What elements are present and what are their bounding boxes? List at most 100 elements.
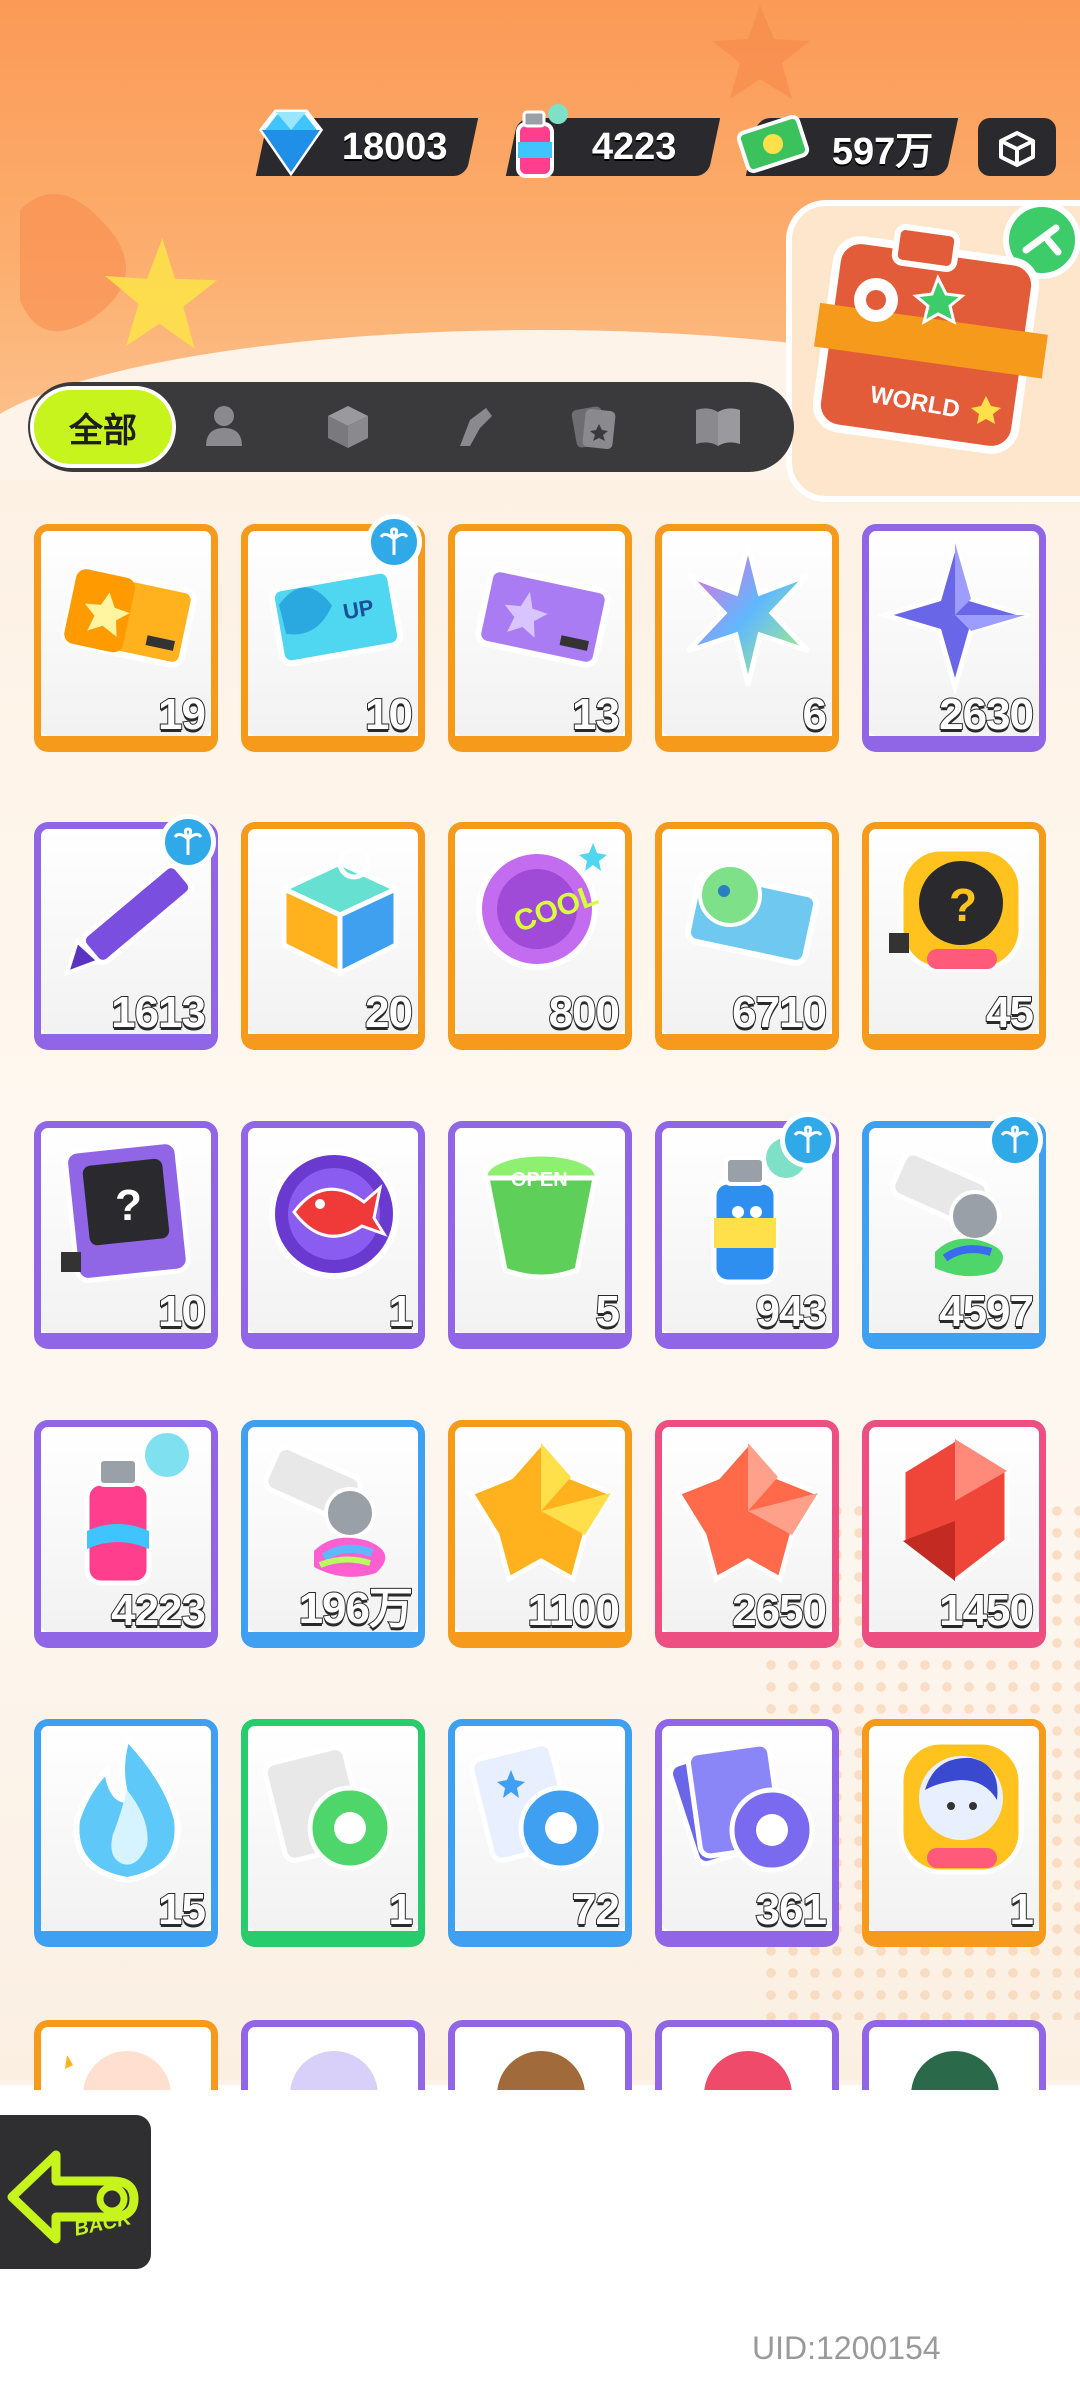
item-quantity: 2650 <box>731 1585 828 1636</box>
season-ticket-icon <box>684 863 820 966</box>
item-preview-icon <box>907 2047 1003 2090</box>
avatar-coin-icon <box>898 1739 1024 1875</box>
box-icon[interactable] <box>320 398 376 454</box>
travel-card-icon: ? <box>61 1139 191 1283</box>
item-card-frame <box>862 2020 1046 2090</box>
item-card-blue-tape[interactable]: 72 <box>448 1719 632 1947</box>
back-arrow-icon <box>7 2150 139 2244</box>
item-quantity: 72 <box>571 1884 621 1935</box>
item-card-rainbow-tube[interactable]: 196万 <box>241 1420 425 1648</box>
jelly-cup-icon: OPEN <box>482 1151 600 1280</box>
blue-flame-icon <box>73 1732 181 1884</box>
item-quantity: 800 <box>548 987 621 1038</box>
cool-badge-icon: COOL <box>476 843 607 970</box>
item-card-partial[interactable] <box>241 2020 425 2090</box>
palm-badge-icon <box>160 814 216 870</box>
rainbow-tube-icon <box>263 1444 386 1577</box>
item-card-gold-ticket[interactable]: 19 <box>34 524 218 752</box>
svg-text:?: ? <box>115 1181 142 1230</box>
item-card-season-ticket[interactable]: 6710 <box>655 822 839 1050</box>
item-card-purple-ticket[interactable]: 13 <box>448 524 632 752</box>
gift-box-icon <box>999 131 1035 167</box>
item-quantity: 45 <box>985 987 1035 1038</box>
item-quantity: 6 <box>801 689 828 740</box>
item-card-gold-crystal[interactable]: 1100 <box>448 1420 632 1648</box>
palm-badge-icon <box>366 514 422 570</box>
item-quantity: 1 <box>387 1884 414 1935</box>
item-preview-icon <box>286 2047 382 2090</box>
item-quantity: 5 <box>594 1286 621 1337</box>
item-quantity: 13 <box>571 689 621 740</box>
item-card-travel-card[interactable]: ? 10 <box>34 1121 218 1349</box>
item-quantity: 20 <box>364 987 414 1038</box>
item-card-purple-tape[interactable]: 361 <box>655 1719 839 1947</box>
menu-button[interactable] <box>978 118 1056 176</box>
pink-spray-icon <box>84 1433 189 1586</box>
travel-world-button[interactable]: WORLD <box>786 200 1080 502</box>
coral-crystal-icon <box>674 1439 822 1583</box>
item-card-open-cup[interactable]: OPEN 5 <box>448 1121 632 1349</box>
item-card-frame <box>448 2020 632 2090</box>
color-box-icon <box>278 846 402 978</box>
item-quantity: 6710 <box>731 987 828 1038</box>
item-preview-icon <box>700 2047 796 2090</box>
svg-text:OPEN: OPEN <box>511 1169 568 1191</box>
item-quantity: 943 <box>755 1286 828 1337</box>
item-quantity: 4597 <box>938 1286 1035 1337</box>
bg-star-decoration <box>712 5 810 99</box>
item-quantity: 1100 <box>527 1585 621 1636</box>
item-quantity: 2630 <box>938 689 1035 740</box>
item-card-deity-avatar[interactable]: 1 <box>862 1719 1046 1947</box>
item-card-blue-flame[interactable]: 15 <box>34 1719 218 1947</box>
item-card-partial[interactable] <box>655 2020 839 2090</box>
item-quantity: 10 <box>157 1286 207 1337</box>
red-gem-icon <box>900 1436 1010 1585</box>
item-quantity: 19 <box>157 689 207 740</box>
item-card-mpety-orb[interactable]: 1 <box>241 1121 425 1349</box>
item-quantity: 4223 <box>110 1585 207 1636</box>
item-card-pink-spray[interactable]: 4223 <box>34 1420 218 1648</box>
gold-crystal-icon <box>467 1439 615 1583</box>
item-preview-icon <box>493 2047 589 2090</box>
item-quantity: 1 <box>1008 1884 1035 1935</box>
tab-all[interactable]: 全部 <box>30 386 176 468</box>
item-quantity: 15 <box>157 1884 207 1935</box>
item-quantity: 10 <box>364 689 414 740</box>
back-button[interactable]: BACK <box>0 2110 156 2274</box>
rainbow-star-icon <box>686 544 810 686</box>
gold-ticket-icon <box>61 566 197 668</box>
purple-star-icon <box>876 535 1034 695</box>
blue-tape-icon <box>469 1741 604 1871</box>
item-preview-icon <box>65 2047 175 2090</box>
user-id: UID:1200154 <box>752 2330 941 2366</box>
item-card-partial[interactable] <box>34 2020 218 2090</box>
item-quantity: 1 <box>387 1286 414 1337</box>
item-card-partial[interactable] <box>862 2020 1046 2090</box>
fish-orb-icon <box>269 1149 399 1279</box>
item-card-deity-mystery-coin[interactable]: ? 45 <box>862 822 1046 1050</box>
item-card-coral-crystal[interactable]: 2650 <box>655 1420 839 1648</box>
item-card-color-box[interactable]: 20 <box>241 822 425 1050</box>
item-card-rainbow-star[interactable]: 6 <box>655 524 839 752</box>
item-card-frame <box>34 2020 218 2090</box>
svg-text:UP: UP <box>341 595 375 625</box>
cash-icon <box>736 114 810 174</box>
purple-tape-icon <box>668 1741 815 1873</box>
item-card-partial[interactable] <box>448 2020 632 2090</box>
person-icon[interactable] <box>196 398 252 454</box>
item-card-red-gem[interactable]: 1450 <box>862 1420 1046 1648</box>
cards-icon[interactable] <box>566 398 622 454</box>
palm-badge-icon <box>987 1112 1043 1168</box>
item-card-frame <box>655 2020 839 2090</box>
item-quantity: 1613 <box>110 987 207 1038</box>
book-icon[interactable] <box>690 398 746 454</box>
green-tape-icon <box>262 1745 393 1871</box>
item-card-cool-badge[interactable]: COOL 800 <box>448 822 632 1050</box>
item-quantity: 361 <box>755 1884 828 1935</box>
item-card-green-tape[interactable]: 1 <box>241 1719 425 1947</box>
item-quantity: 1450 <box>938 1585 1035 1636</box>
palm-badge-icon <box>780 1112 836 1168</box>
item-card-purple-star[interactable]: 2630 <box>862 524 1046 752</box>
item-card-frame <box>241 2020 425 2090</box>
tool-icon[interactable] <box>446 398 502 454</box>
